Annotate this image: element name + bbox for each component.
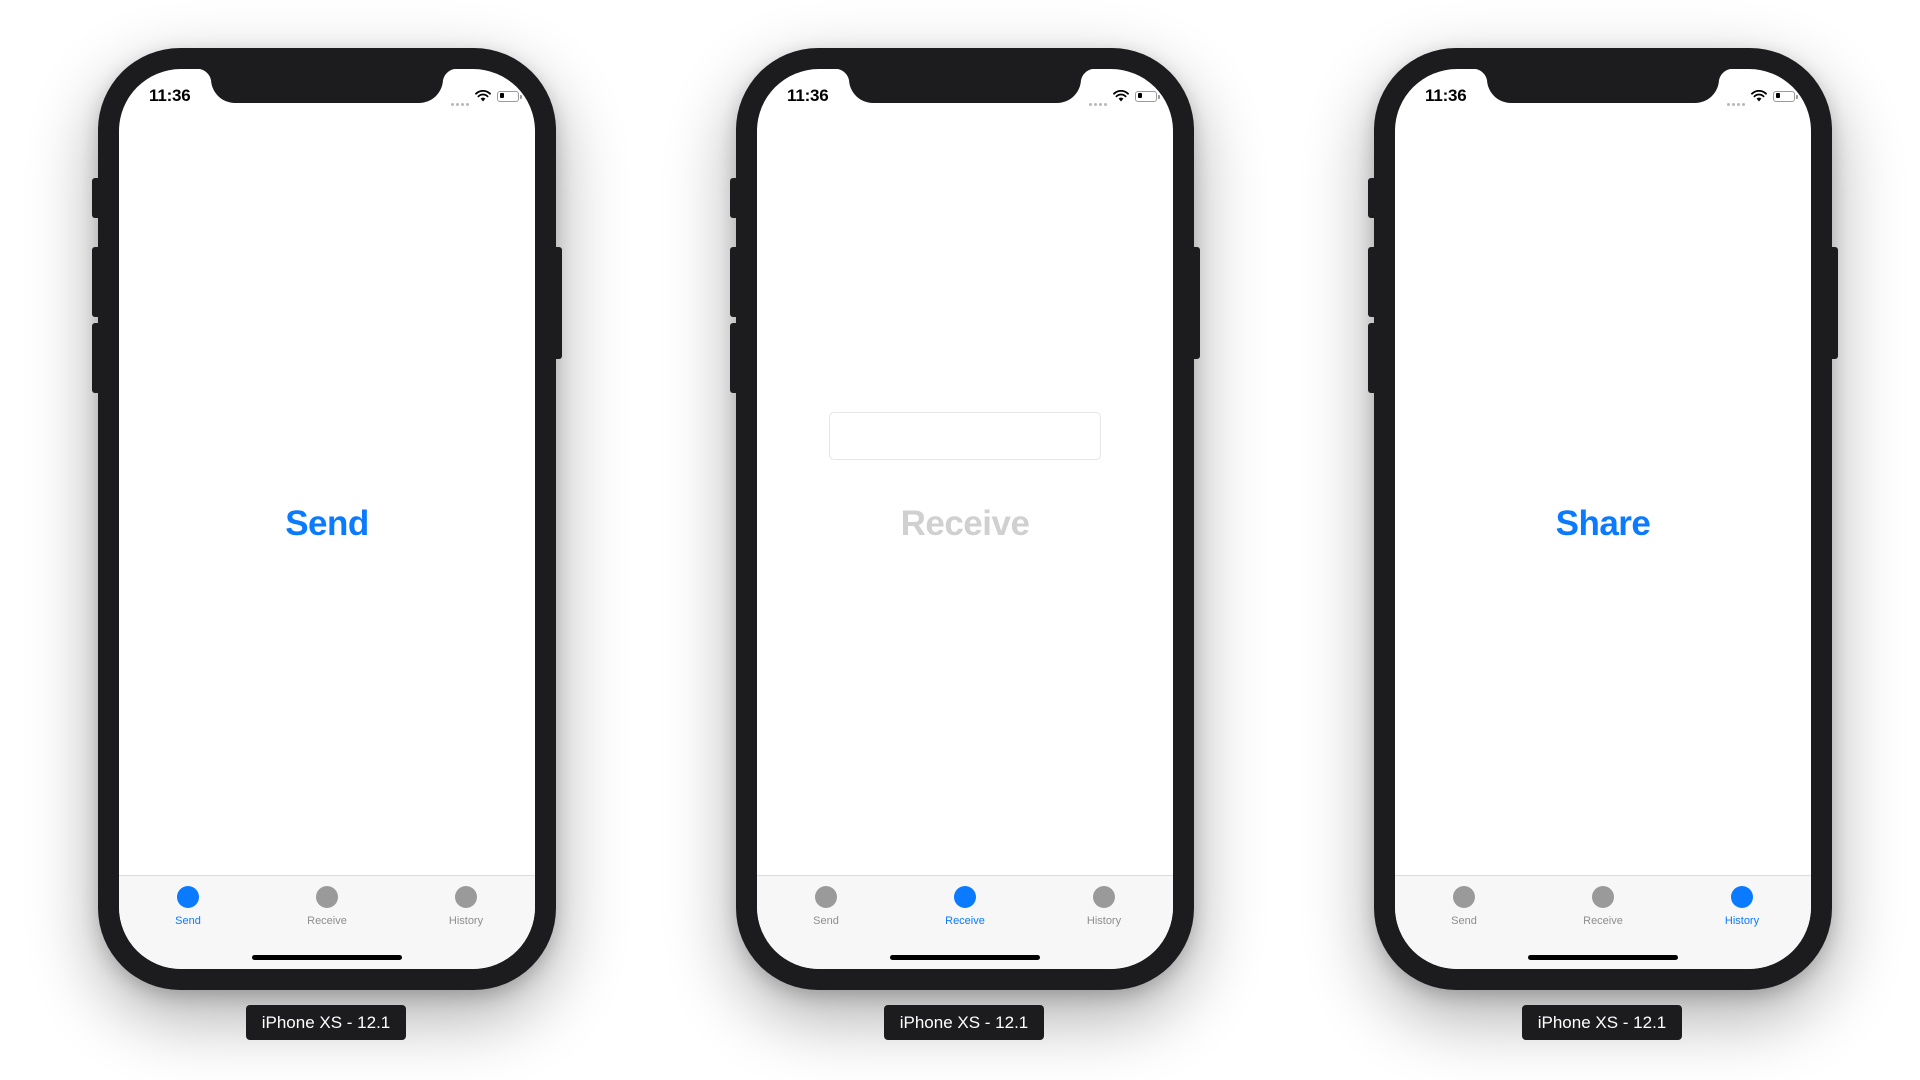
home-indicator[interactable]: [890, 955, 1040, 960]
simulator-device-history: 11:36 Share Send Receive History iPhone …: [1368, 0, 1838, 1080]
tab-label: Receive: [945, 915, 985, 927]
receive-button[interactable]: Receive: [757, 504, 1173, 544]
wifi-icon: [1113, 90, 1129, 102]
simulator-device-send: 11:36 Send Send Receive History iPhone X…: [92, 0, 562, 1080]
battery-icon: [497, 90, 522, 102]
send-button[interactable]: Send: [119, 504, 535, 544]
circle-icon: [177, 886, 199, 908]
battery-icon: [1773, 90, 1798, 102]
status-icons: [451, 86, 522, 106]
volume-up-button[interactable]: [92, 247, 100, 317]
tab-label: Receive: [307, 915, 347, 927]
tab-label: Send: [813, 915, 839, 927]
tab-receive[interactable]: Receive: [896, 884, 1034, 934]
tab-label: Send: [175, 915, 201, 927]
tab-send[interactable]: Send: [119, 884, 257, 934]
wifi-icon: [475, 90, 491, 102]
iphone-frame: 11:36 Receive Send Receive History: [730, 48, 1200, 990]
volume-up-button[interactable]: [1368, 247, 1376, 317]
tab-history[interactable]: History: [1673, 884, 1811, 934]
status-icons: [1727, 86, 1798, 106]
status-time: 11:36: [149, 86, 191, 105]
power-button[interactable]: [1830, 247, 1838, 359]
home-indicator[interactable]: [252, 955, 402, 960]
circle-icon: [455, 886, 477, 908]
wifi-icon: [1751, 90, 1767, 102]
volume-down-button[interactable]: [1368, 323, 1376, 393]
app-screen: 11:36 Send Send Receive History: [119, 69, 535, 969]
cellular-dots-icon: [451, 86, 469, 106]
tab-send[interactable]: Send: [757, 884, 895, 934]
notch: [835, 69, 1095, 103]
iphone-frame: 11:36 Share Send Receive History: [1368, 48, 1838, 990]
iphone-frame: 11:36 Send Send Receive History: [92, 48, 562, 990]
cellular-dots-icon: [1727, 86, 1745, 106]
circle-icon: [1731, 886, 1753, 908]
home-indicator[interactable]: [1528, 955, 1678, 960]
device-name-label: iPhone XS - 12.1: [246, 1005, 406, 1040]
circle-icon: [815, 886, 837, 908]
power-button[interactable]: [554, 247, 562, 359]
device-name-label: iPhone XS - 12.1: [884, 1005, 1044, 1040]
tab-receive[interactable]: Receive: [1534, 884, 1672, 934]
volume-down-button[interactable]: [92, 323, 100, 393]
status-time: 11:36: [787, 86, 829, 105]
status-icons: [1089, 86, 1160, 106]
tab-history[interactable]: History: [1035, 884, 1173, 934]
circle-icon: [954, 886, 976, 908]
simulator-device-receive: 11:36 Receive Send Receive History iPhon…: [730, 0, 1200, 1080]
circle-icon: [316, 886, 338, 908]
tab-label: History: [448, 915, 484, 927]
volume-up-button[interactable]: [730, 247, 738, 317]
volume-down-button[interactable]: [730, 323, 738, 393]
app-screen: 11:36 Receive Send Receive History: [757, 69, 1173, 969]
silent-switch: [730, 178, 738, 218]
circle-icon: [1592, 886, 1614, 908]
tab-history[interactable]: History: [397, 884, 535, 934]
battery-icon: [1135, 90, 1160, 102]
simulator-stage: 11:36 Send Send Receive History iPhone X…: [0, 0, 1920, 1080]
silent-switch: [1368, 178, 1376, 218]
status-time: 11:36: [1425, 86, 1467, 105]
device-name-label: iPhone XS - 12.1: [1522, 1005, 1682, 1040]
tab-label: History: [1086, 915, 1122, 927]
tab-label: Receive: [1583, 915, 1623, 927]
tab-label: History: [1724, 915, 1760, 927]
power-button[interactable]: [1192, 247, 1200, 359]
share-button[interactable]: Share: [1395, 504, 1811, 544]
circle-icon: [1093, 886, 1115, 908]
tab-label: Send: [1451, 915, 1477, 927]
tab-receive[interactable]: Receive: [258, 884, 396, 934]
circle-icon: [1453, 886, 1475, 908]
notch: [1473, 69, 1733, 103]
notch: [197, 69, 457, 103]
silent-switch: [92, 178, 100, 218]
app-screen: 11:36 Share Send Receive History: [1395, 69, 1811, 969]
receive-code-input[interactable]: [829, 412, 1101, 460]
cellular-dots-icon: [1089, 86, 1107, 106]
tab-send[interactable]: Send: [1395, 884, 1533, 934]
